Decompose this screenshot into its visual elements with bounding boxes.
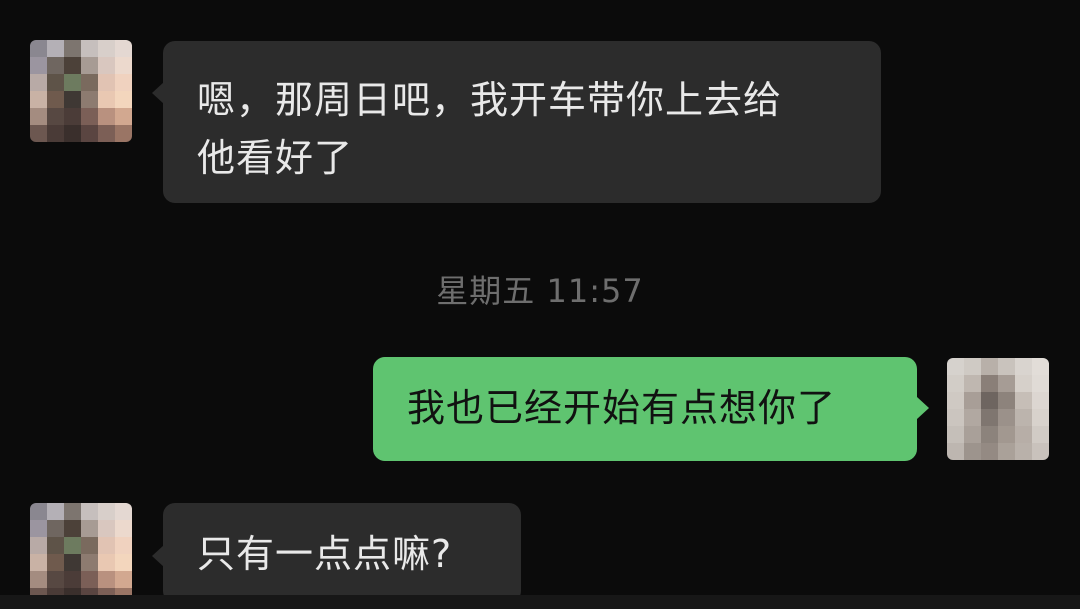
message-text-line: 嗯，那周日吧，我开车带你上去给	[197, 78, 783, 122]
avatar-pixelated-image	[30, 40, 132, 142]
avatar-pixelated-image	[30, 503, 132, 605]
self-avatar[interactable]	[947, 358, 1049, 460]
message-text-line: 他看好了	[197, 136, 354, 180]
bubble-tail	[917, 397, 929, 419]
outgoing-message-bubble[interactable]: 我也已经开始有点想你了	[373, 357, 917, 461]
contact-avatar[interactable]	[30, 503, 132, 605]
incoming-message-bubble[interactable]: 嗯，那周日吧，我开车带你上去给 他看好了	[163, 41, 881, 203]
message-timestamp: 星期五 11:57	[436, 272, 644, 310]
message-text: 我也已经开始有点想你了	[407, 386, 837, 430]
avatar-pixelated-image	[947, 358, 1049, 460]
contact-avatar[interactable]	[30, 40, 132, 142]
message-text: 只有一点点嘛?	[197, 532, 453, 576]
incoming-message-bubble[interactable]: 只有一点点嘛?	[163, 503, 521, 603]
bottom-edge	[0, 595, 1080, 609]
